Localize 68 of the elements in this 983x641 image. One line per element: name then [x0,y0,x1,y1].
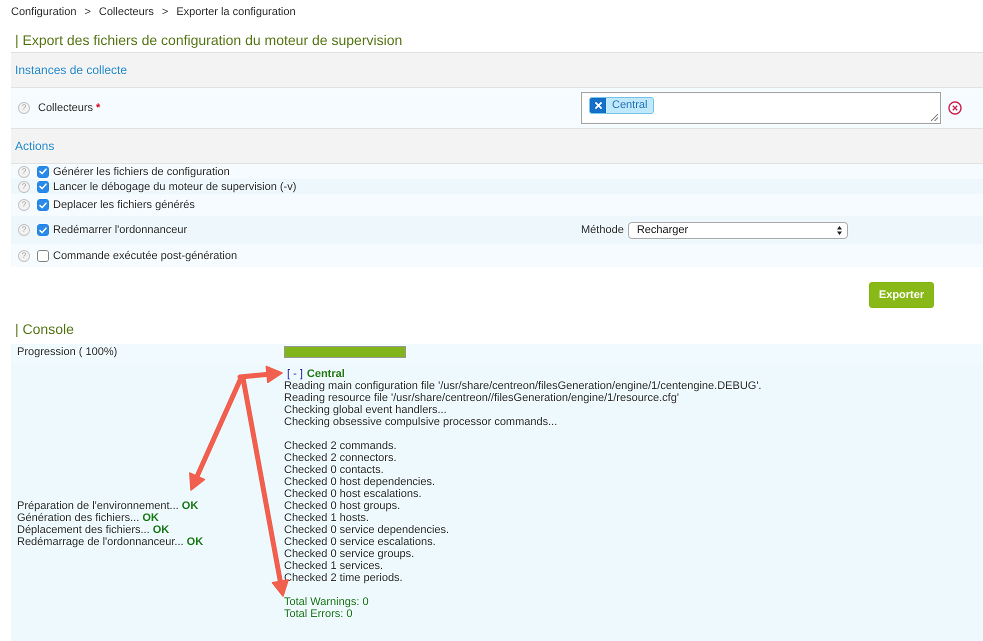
export-button[interactable]: Exporter [869,282,934,308]
section-title: | Console [15,321,74,338]
help-icon[interactable]: ? [18,166,30,178]
step-text: Préparation de l'environnement... [17,500,179,512]
breadcrumb-link[interactable]: Collecteurs [98,5,154,24]
log-line: Reading main configuration file '/usr/share/centreon/filesGeneration/engine/1/centengine.DEBUG'. [284,380,762,392]
checkbox[interactable] [37,199,49,211]
field-label: Collecteurs [38,102,94,114]
log-line: Checked 0 service escalations. [284,536,437,548]
summary-line: Total Warnings: 0 [284,596,370,608]
page-title: | Export des fichiers de configuration du moteur de supervision [15,32,402,49]
checkbox[interactable] [37,166,49,178]
checkbox-label: Lancer le débogage du moteur de supervision (-v) [53,180,296,192]
form-section-header: Actions [11,128,983,164]
log-line: Checked 2 time periods. [284,572,404,584]
log-line: Checked 0 host escalations. [284,488,423,500]
log-line: Checked 1 hosts. [284,512,370,524]
breadcrumb-separator: > [162,5,168,20]
step-result: OK [142,512,159,524]
checkbox-label: Deplacer les fichiers générés [53,199,195,211]
resize-handle-icon[interactable] [931,114,938,121]
log-line: Checked 0 host dependencies. [284,476,436,488]
field-label: Méthode [581,224,624,236]
help-icon[interactable]: ? [18,102,30,114]
breadcrumb-separator: > [84,5,91,20]
collapse-link[interactable]: [ - ] [287,368,303,380]
step-text: Génération des fichiers... [17,512,140,524]
log-line: Checked 0 service dependencies. [284,524,450,536]
help-icon[interactable]: ? [18,199,30,211]
method-select[interactable]: Recharger [628,222,848,238]
checkmark-icon [39,226,47,234]
checkbox[interactable] [37,180,49,192]
checkbox-label: Commande exécutée post-génération [53,250,238,262]
breadcrumb-link[interactable]: Configuration [11,5,76,24]
step-result: OK [182,500,198,512]
checkbox-label: Générer les fichiers de configuration [53,166,230,178]
log-line: Checked 2 connectors. [284,452,398,464]
checkbox-label: Redémarrer l'ordonnanceur [53,224,188,236]
help-icon[interactable]: ? [18,224,30,236]
tag-label: Central [611,98,648,113]
required-mark: * [96,102,100,114]
log-line: Checked 0 contacts. [284,464,385,476]
checkbox[interactable] [37,224,49,236]
close-icon [594,102,602,109]
clear-icon[interactable] [948,101,962,115]
checkbox[interactable] [37,250,49,262]
up-down-arrows-icon [836,226,842,234]
step-result: OK [186,536,204,548]
progress-label: Progression ( 100%) [16,345,118,359]
log-line: Checked 2 commands. [284,440,398,452]
breadcrumb-current: Exporter la configuration [176,5,296,20]
help-icon[interactable]: ? [18,250,30,262]
help-icon[interactable]: ? [18,180,30,192]
collector-field[interactable]: Central [581,92,941,124]
log-line: Checking global event handlers... [284,404,448,416]
log-line: Reading resource file '/usr/share/centreon//filesGeneration/engine/1/resource.cfg' [284,392,680,404]
summary-line: Total Errors: 0 [284,608,354,620]
step-text: Redémarrage de l'ordonnanceur... [17,536,184,548]
tag-remove-button[interactable] [590,98,606,113]
log-line: Checked 1 services. [284,560,384,572]
log-line: Checked 0 host groups. [284,500,402,512]
step-result: OK [152,524,170,536]
log-line: Checking obsessive compulsive processor commands... [284,416,558,428]
step-text: Déplacement des fichiers... [17,524,150,536]
form-section-header: Instances de collecte [11,52,983,88]
checkmark-icon [39,202,47,208]
instance-name: Central [306,368,345,380]
log-line: Checked 0 service groups. [284,548,416,560]
